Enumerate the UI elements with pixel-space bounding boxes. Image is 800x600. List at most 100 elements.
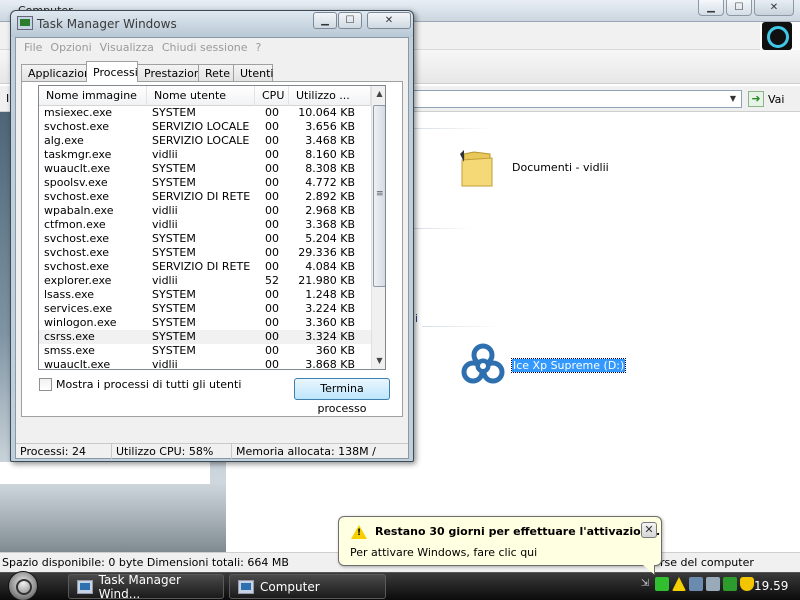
clock[interactable]: 19.59 [754,579,788,593]
balloon-title: Restano 30 giorni per effettuare l'attiv… [375,525,661,538]
go-button[interactable]: ➜ Vai [748,90,784,108]
column-header-image-name[interactable]: Nome immagine [39,86,147,106]
table-row[interactable]: smss.exe SYSTEM 00 360 KB [39,344,371,358]
close-button[interactable]: ✕ [754,0,794,16]
table-row[interactable]: winlogon.exe SYSTEM 00 3.360 KB [39,316,371,330]
task-manager-titlebar[interactable]: Task Manager Windows ▁ ☐ ✕ [11,11,413,37]
menu-opzioni[interactable]: Opzioni [46,41,95,54]
cell-memory: 4.772 KB [305,176,355,189]
column-header-user-name[interactable]: Nome utente [147,86,255,106]
balloon-body[interactable]: Per attivare Windows, fare clic qui [350,546,537,559]
cell-cpu: 00 [265,260,279,273]
table-row[interactable]: spoolsv.exe SYSTEM 00 4.772 KB [39,176,371,190]
cell-cpu: 00 [265,288,279,301]
scroll-up-arrow-icon[interactable]: ▲ [372,86,385,102]
tab-applicazioni[interactable]: Applicazioni [21,64,94,82]
table-row[interactable]: explorer.exe vidlii 52 21.980 KB [39,274,371,288]
volume-icon[interactable] [723,577,737,591]
maximize-button[interactable]: ☐ [726,0,752,16]
minimize-button[interactable]: ▁ [313,12,337,29]
minimize-button[interactable]: ▁ [698,0,724,16]
cell-memory: 3.360 KB [305,316,355,329]
cell-memory: 8.160 KB [305,148,355,161]
process-list-header: Nome immagine Nome utente CPU Utilizzo .… [39,86,371,106]
folder-icon[interactable] [460,148,494,188]
scrollbar-thumb[interactable] [373,105,385,287]
cell-cpu: 00 [265,330,279,343]
table-row[interactable]: svchost.exe SERVIZIO DI RETE 00 4.084 KB [39,260,371,274]
cell-image-name: svchost.exe [44,190,110,203]
cell-image-name: winlogon.exe [44,316,117,329]
cell-user-name: vidlii [152,274,178,287]
table-row[interactable]: taskmgr.exe vidlii 00 8.160 KB [39,148,371,162]
tab-rete[interactable]: Rete [198,64,234,82]
tab-utenti[interactable]: Utenti [233,64,273,82]
cursor-icon[interactable]: ⇲ [638,577,652,591]
group-divider [422,326,502,327]
menu-chiudi-sessione[interactable]: Chiudi sessione [158,41,252,54]
go-label: Vai [768,92,785,106]
display-icon[interactable] [689,577,703,591]
security-shield-icon[interactable] [740,577,754,591]
column-header-memory[interactable]: Utilizzo ... [289,86,371,106]
cell-cpu: 00 [265,176,279,189]
menu-help[interactable]: ? [252,41,266,54]
cell-image-name: wuauclt.exe [44,358,111,370]
cell-user-name: SYSTEM [152,162,196,175]
start-button[interactable] [8,571,38,600]
network-icon[interactable] [706,577,720,591]
network-status-icon[interactable] [655,577,669,591]
cell-user-name: SERVIZIO LOCALE [152,120,250,133]
scroll-down-arrow-icon[interactable]: ▼ [372,353,385,369]
process-list[interactable]: Nome immagine Nome utente CPU Utilizzo .… [38,85,386,370]
table-row[interactable]: services.exe SYSTEM 00 3.224 KB [39,302,371,316]
warning-icon[interactable] [672,577,686,591]
windows-logo-icon [762,22,792,50]
table-row[interactable]: svchost.exe SERVIZIO DI RETE 00 2.892 KB [39,190,371,204]
column-header-cpu[interactable]: CPU [255,86,289,106]
menu-file[interactable]: File [20,41,46,54]
taskbar-button-task-manager[interactable]: Task Manager Wind... [68,573,224,600]
cell-image-name: svchost.exe [44,232,110,245]
table-row[interactable]: wpabaln.exe vidlii 00 2.968 KB [39,204,371,218]
table-row[interactable]: ctfmon.exe vidlii 00 3.368 KB [39,218,371,232]
table-row[interactable]: svchost.exe SERVIZIO LOCALE 00 3.656 KB [39,120,371,134]
taskbar-button-computer[interactable]: Computer [229,574,386,599]
folder-label[interactable]: Documenti - vidlii [512,161,609,174]
biohazard-drive-icon[interactable] [460,343,506,389]
explorer-window-controls: ▁ ☐ ✕ [698,0,794,16]
cell-cpu: 00 [265,344,279,357]
show-all-processes-checkbox[interactable]: Mostra i processi di tutti gli utenti [39,378,241,391]
address-label: I [6,92,10,105]
table-row[interactable]: svchost.exe SYSTEM 00 29.336 KB [39,246,371,260]
checkbox-box[interactable] [39,378,52,391]
cell-user-name: vidlii [152,204,178,217]
maximize-button[interactable]: ☐ [338,12,362,29]
table-row[interactable]: wuauclt.exe vidlii 00 3.868 KB [39,358,371,370]
drive-label[interactable]: Ice Xp Supreme (D:) [510,358,627,373]
table-row[interactable]: wuauclt.exe SYSTEM 00 8.308 KB [39,162,371,176]
cell-cpu: 00 [265,358,279,370]
address-input[interactable]: ▼ [404,90,742,108]
taskbar-button-label: Computer [260,579,320,594]
tab-processi[interactable]: Processi [86,61,138,82]
close-icon[interactable]: ✕ [641,522,657,538]
cell-memory: 3.868 KB [305,358,355,370]
go-arrow-icon: ➜ [748,91,764,107]
activation-balloon[interactable]: Restano 30 giorni per effettuare l'attiv… [338,516,662,575]
table-row[interactable]: svchost.exe SYSTEM 00 5.204 KB [39,232,371,246]
cell-user-name: SYSTEM [152,330,196,343]
cell-memory: 3.224 KB [305,302,355,315]
cell-user-name: SERVIZIO DI RETE [152,260,251,273]
tab-prestazioni[interactable]: Prestazioni [137,64,204,82]
cell-cpu: 00 [265,232,279,245]
end-process-button[interactable]: Termina processo [294,378,390,415]
close-button[interactable]: ✕ [367,12,411,29]
table-row[interactable]: lsass.exe SYSTEM 00 1.248 KB [39,288,371,302]
table-row[interactable]: csrss.exe SYSTEM 00 3.324 KB [39,330,371,344]
menu-visualizza[interactable]: Visualizza [96,41,158,54]
table-row[interactable]: alg.exe SERVIZIO LOCALE 00 3.468 KB [39,134,371,148]
table-row[interactable]: msiexec.exe SYSTEM 00 10.064 KB [39,106,371,120]
vertical-scrollbar[interactable]: ▲ ▼ [371,86,385,369]
chevron-down-icon[interactable]: ▼ [725,91,741,107]
